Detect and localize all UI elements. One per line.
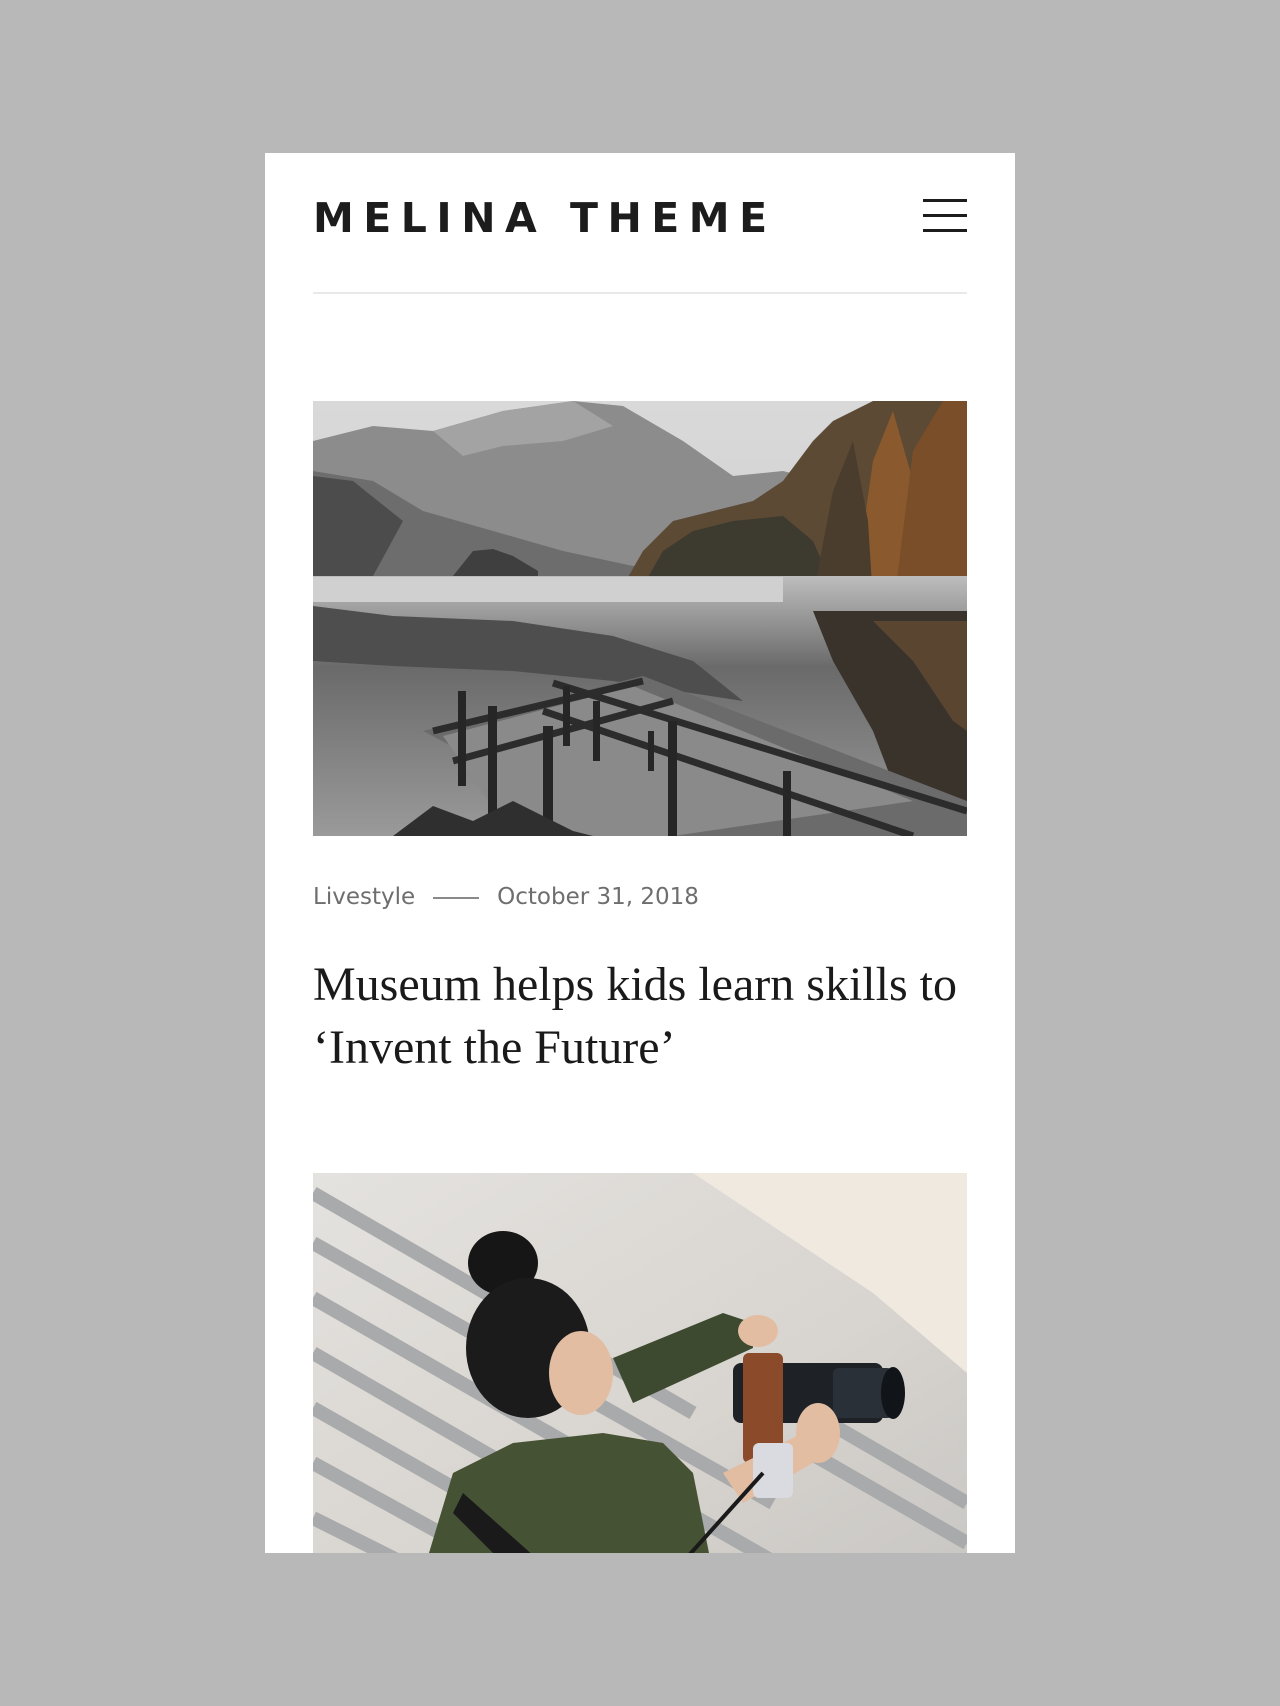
post-date: October 31, 2018 xyxy=(497,884,699,910)
site-logo[interactable]: MELINA THEME xyxy=(313,193,777,243)
hamburger-icon xyxy=(923,199,967,202)
hamburger-icon-line xyxy=(923,229,967,232)
mobile-page: MELINA THEME Livestyle October 31, 2018 … xyxy=(265,153,1015,1553)
hamburger-icon-line xyxy=(923,214,967,217)
post-featured-image[interactable] xyxy=(313,401,967,836)
post-meta: Livestyle October 31, 2018 xyxy=(313,880,699,914)
meta-separator xyxy=(433,896,480,899)
post-category-link[interactable]: Livestyle xyxy=(313,884,415,910)
site-header: MELINA THEME xyxy=(313,153,967,293)
header-divider xyxy=(313,292,967,294)
post-title-link[interactable]: Museum helps kids learn skills to ‘Inven… xyxy=(313,953,973,1079)
post-featured-image[interactable] xyxy=(313,1173,967,1553)
hamburger-menu-button[interactable] xyxy=(923,199,967,233)
